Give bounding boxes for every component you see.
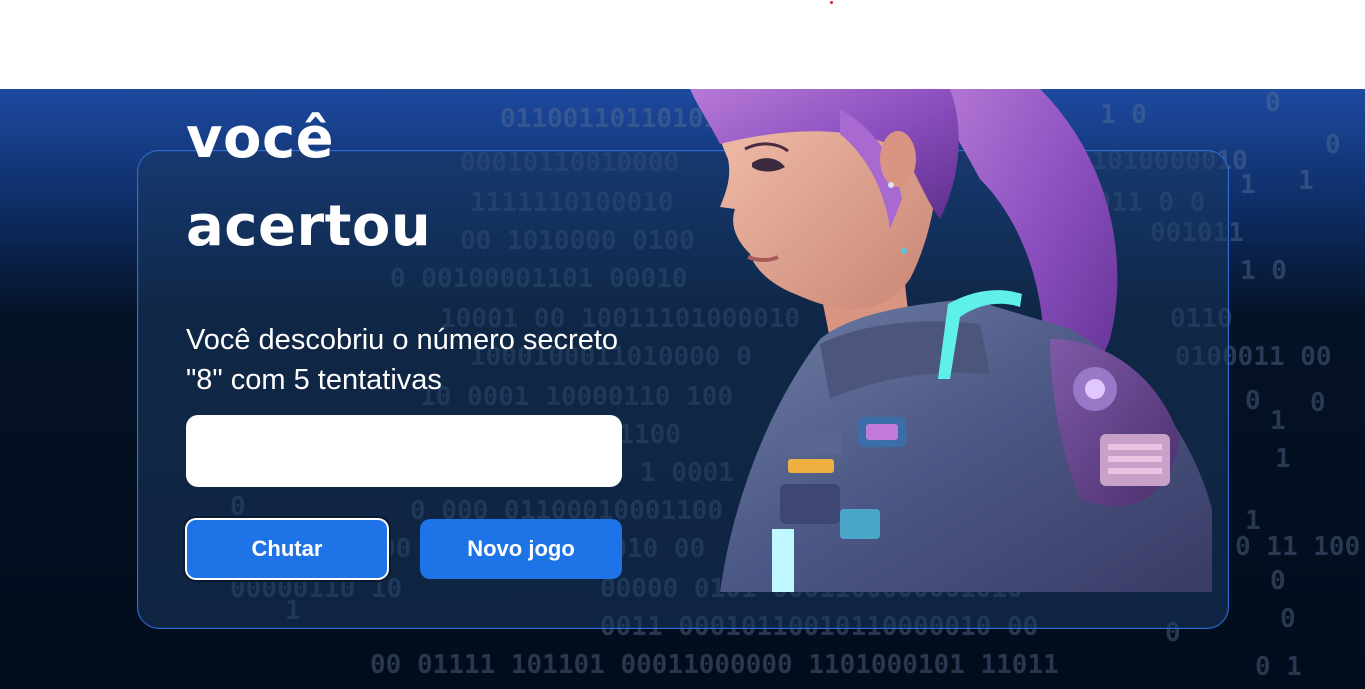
svg-text:0: 0	[1310, 388, 1326, 418]
guess-input[interactable]	[186, 415, 622, 487]
guess-button[interactable]: Chutar	[186, 519, 388, 579]
svg-text:0 11 100: 0 11 100	[1235, 532, 1360, 562]
title-line-1: você	[186, 106, 335, 171]
svg-text:0: 0	[1245, 386, 1261, 416]
svg-text:00 01111 101101 00011000000: 00 01111 101101 00011000000 1101000101 1…	[370, 650, 1059, 680]
new-game-button[interactable]: Novo jogo	[420, 519, 622, 579]
sci-fi-woman-illustration	[690, 89, 1212, 592]
svg-text:0: 0	[1265, 89, 1281, 118]
top-bar	[0, 0, 1365, 89]
game-stage: 01100110110101 1 0 0 00010110010000 1110…	[0, 89, 1365, 689]
svg-text:1 0: 1 0	[1240, 256, 1287, 286]
svg-text:0 1: 0 1	[1255, 652, 1302, 682]
red-dot-marker	[830, 1, 833, 4]
title-line-2: acertou	[186, 194, 432, 259]
svg-text:0: 0	[1280, 604, 1296, 634]
svg-text:01100110110101: 01100110110101	[500, 104, 719, 134]
svg-text:0: 0	[1325, 130, 1341, 160]
svg-text:1: 1	[1240, 170, 1256, 200]
svg-text:0: 0	[1270, 566, 1286, 596]
svg-text:1: 1	[1298, 166, 1314, 196]
result-message: Você descobriu o número secreto "8" com …	[186, 324, 619, 396]
svg-text:1: 1	[1275, 444, 1291, 474]
svg-text:1: 1	[1270, 406, 1286, 436]
